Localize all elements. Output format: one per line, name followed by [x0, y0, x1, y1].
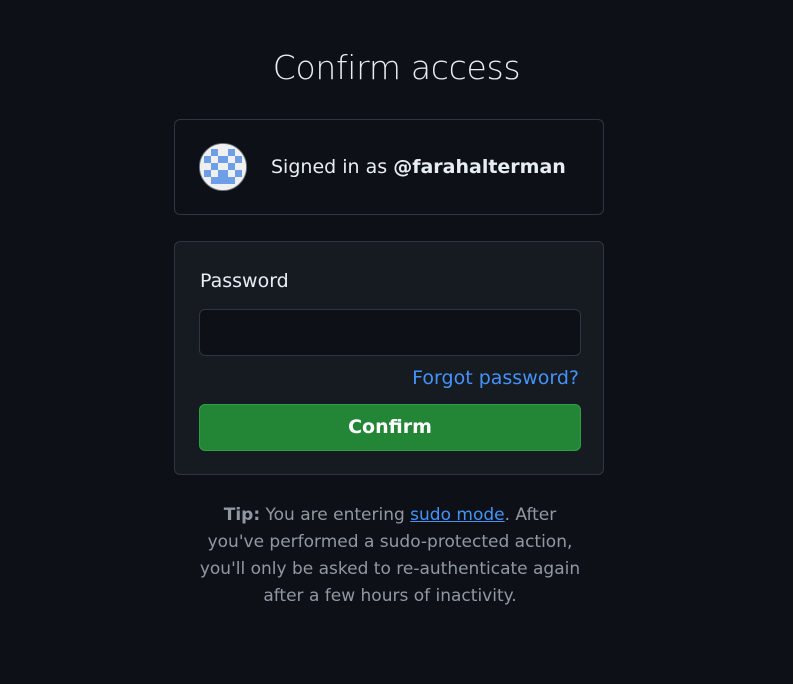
- avatar: [199, 143, 247, 191]
- username: @farahalterman: [393, 156, 566, 178]
- tip-label: Tip:: [223, 505, 261, 525]
- signed-in-text: Signed in as @farahalterman: [271, 156, 566, 178]
- page-title: Confirm access: [272, 48, 521, 87]
- confirm-access-page: Confirm access Signed in as @farahalterm…: [0, 0, 793, 684]
- password-form: Password Forgot password? Confirm: [174, 241, 604, 475]
- password-input[interactable]: [199, 309, 581, 356]
- password-label: Password: [200, 270, 289, 292]
- signed-in-account-box: Signed in as @farahalterman: [174, 119, 604, 215]
- sudo-mode-link[interactable]: sudo mode: [410, 505, 504, 525]
- sudo-tip: Tip: You are entering sudo mode. After y…: [196, 502, 584, 610]
- tip-text-before-link: You are entering: [260, 505, 411, 525]
- confirm-button[interactable]: Confirm: [199, 404, 581, 451]
- identicon-avatar-icon: [200, 144, 246, 190]
- signed-in-prefix: Signed in as: [271, 156, 394, 178]
- forgot-password-link[interactable]: Forgot password?: [412, 367, 579, 389]
